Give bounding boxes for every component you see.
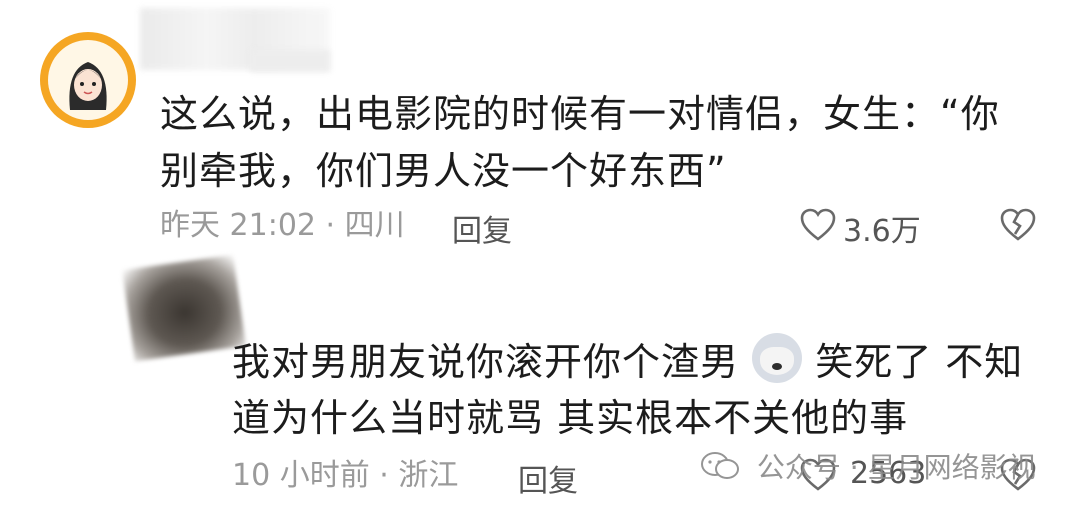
wechat-icon <box>701 452 739 479</box>
comment-text-line: 我对男朋友说你滚开你个渣男 笑死了 不知 <box>232 333 1023 391</box>
comment-text-line: 这么说，出电影院的时候有一对情侣，女生：“你 <box>160 92 1000 136</box>
reply-button[interactable]: 回复 <box>452 206 512 250</box>
husky-dog-emoji-icon <box>752 333 803 383</box>
comment-timestamp-location: 昨天 21:02 · 四川 <box>160 208 405 243</box>
reply-button[interactable]: 回复 <box>518 456 578 500</box>
blurred-username-tail <box>250 50 330 72</box>
broken-heart-icon <box>1000 208 1036 241</box>
watermark-text: 公众号 · 星月网络影视 <box>756 451 1036 484</box>
watermark: 公众号 · 星月网络影视 <box>700 446 1036 490</box>
comment-text-segment: 笑死了 不知 <box>815 340 1024 384</box>
avatar[interactable] <box>40 32 136 128</box>
heart-outline-icon <box>800 208 836 241</box>
like-button[interactable] <box>800 208 836 242</box>
comment-text-line: 道为什么当时就骂 其实根本不关他的事 <box>232 396 909 440</box>
comment-text-segment: 我对男朋友说你滚开你个渣男 <box>232 340 740 384</box>
cartoon-girl-avatar-icon <box>69 62 107 110</box>
blurred-avatar[interactable] <box>122 254 246 362</box>
like-count: 3.6万 <box>843 214 921 249</box>
dislike-button[interactable] <box>1000 208 1036 242</box>
comment-text-line: 别牵我，你们男人没一个好东西” <box>160 149 727 193</box>
comment-timestamp-location: 10 小时前 · 浙江 <box>232 458 459 493</box>
